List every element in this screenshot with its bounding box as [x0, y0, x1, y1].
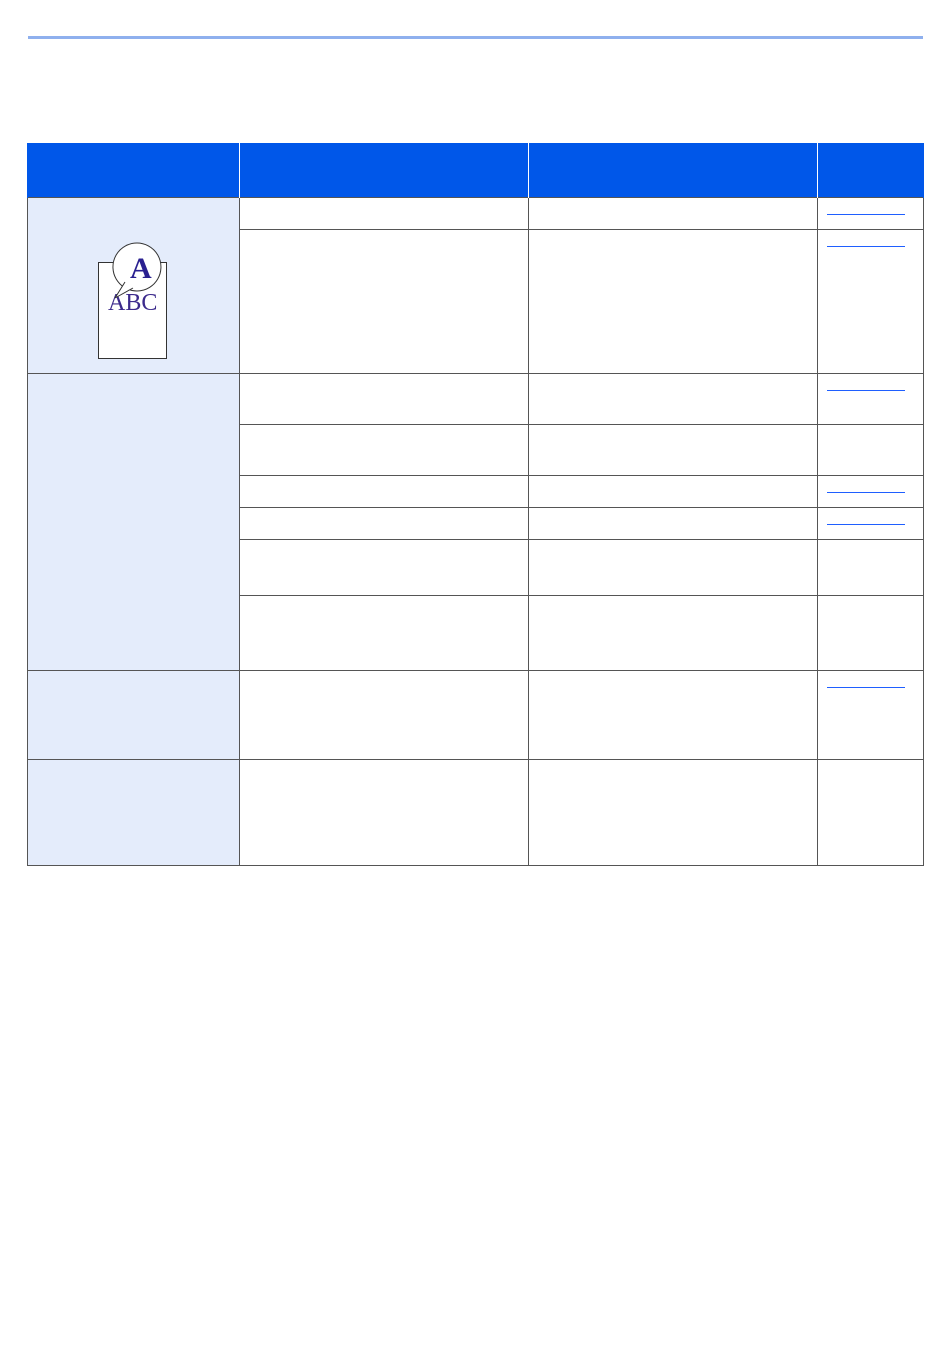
category-cell-3 — [27, 670, 240, 760]
reference-cell — [817, 197, 924, 230]
reference-link[interactable] — [827, 246, 905, 247]
procedure-cell — [528, 373, 818, 425]
checkpoint-cell — [239, 595, 529, 671]
header-procedure — [528, 143, 818, 198]
category-cell-1: ABC A — [27, 197, 240, 374]
reference-link[interactable] — [827, 390, 905, 391]
header-checkpoint — [239, 143, 529, 198]
header-symptom — [27, 143, 240, 198]
checkpoint-cell — [239, 475, 529, 508]
magnifier-callout-icon: A — [112, 242, 162, 299]
header-reference — [817, 143, 924, 198]
checkpoint-cell — [239, 197, 529, 230]
category-cell-2 — [27, 373, 240, 671]
reference-cell — [817, 229, 924, 374]
procedure-cell — [528, 539, 818, 596]
checkpoint-cell — [239, 373, 529, 425]
procedure-cell — [528, 475, 818, 508]
procedure-cell — [528, 424, 818, 476]
reference-cell — [817, 424, 924, 476]
troubleshooting-table: ABC A — [27, 143, 924, 866]
procedure-cell — [528, 670, 818, 760]
top-rule — [28, 36, 923, 39]
reference-cell — [817, 507, 924, 540]
category-cell-4 — [27, 759, 240, 866]
blurred-text-illustration: ABC A — [28, 198, 239, 373]
checkpoint-cell — [239, 539, 529, 596]
procedure-cell — [528, 229, 818, 374]
table-row: ABC A — [27, 197, 924, 374]
reference-cell — [817, 475, 924, 508]
reference-link[interactable] — [827, 687, 905, 688]
reference-cell — [817, 539, 924, 596]
reference-cell — [817, 670, 924, 760]
reference-cell — [817, 759, 924, 866]
checkpoint-cell — [239, 670, 529, 760]
procedure-cell — [528, 507, 818, 540]
procedure-cell — [528, 759, 818, 866]
table-row — [27, 373, 924, 671]
reference-cell — [817, 373, 924, 425]
table-header-row — [27, 143, 924, 198]
checkpoint-cell — [239, 759, 529, 866]
checkpoint-cell — [239, 507, 529, 540]
checkpoint-cell — [239, 424, 529, 476]
reference-cell — [817, 595, 924, 671]
checkpoint-cell — [239, 229, 529, 374]
magnified-letter: A — [130, 252, 152, 285]
table-row — [27, 670, 924, 760]
reference-link[interactable] — [827, 214, 905, 215]
table-row — [27, 759, 924, 866]
reference-link[interactable] — [827, 492, 905, 493]
procedure-cell — [528, 197, 818, 230]
procedure-cell — [528, 595, 818, 671]
reference-link[interactable] — [827, 524, 905, 525]
